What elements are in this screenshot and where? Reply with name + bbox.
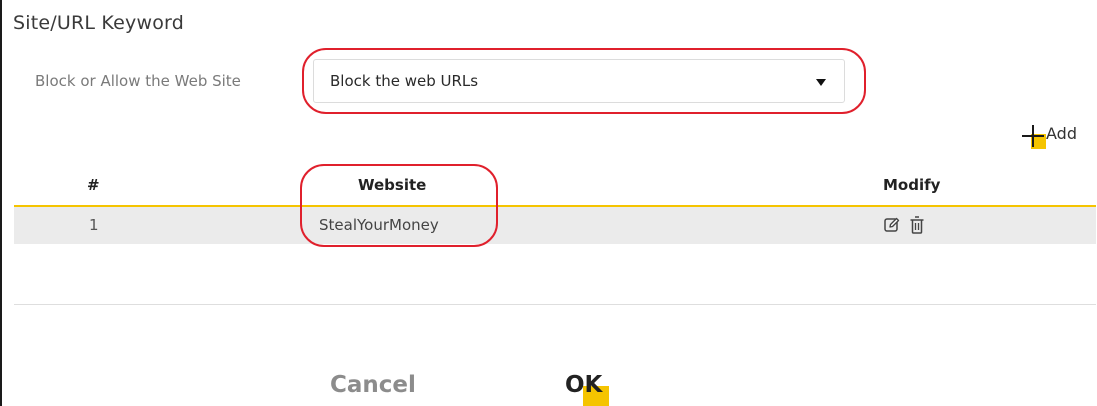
- page-title: Site/URL Keyword: [13, 12, 184, 34]
- column-header-modify: Modify: [883, 176, 941, 194]
- column-header-index: #: [87, 176, 100, 194]
- table-row: 1 StealYourMoney: [14, 207, 1096, 244]
- plus-icon: [1022, 125, 1044, 147]
- block-allow-label: Block or Allow the Web Site: [35, 72, 241, 90]
- column-header-website: Website: [358, 176, 427, 194]
- ok-button[interactable]: OK: [565, 372, 602, 398]
- caret-down-icon: [816, 79, 826, 86]
- trash-icon[interactable]: [910, 216, 924, 234]
- add-label: Add: [1046, 124, 1077, 143]
- block-allow-select[interactable]: Block the web URLs: [313, 59, 845, 103]
- edit-icon[interactable]: [884, 217, 900, 233]
- row-website: StealYourMoney: [319, 216, 439, 234]
- select-value: Block the web URLs: [330, 72, 479, 90]
- row-index: 1: [89, 216, 99, 234]
- ok-button-wrap: OK: [565, 372, 615, 406]
- cancel-button[interactable]: Cancel: [330, 372, 416, 398]
- footer-divider: [14, 304, 1096, 305]
